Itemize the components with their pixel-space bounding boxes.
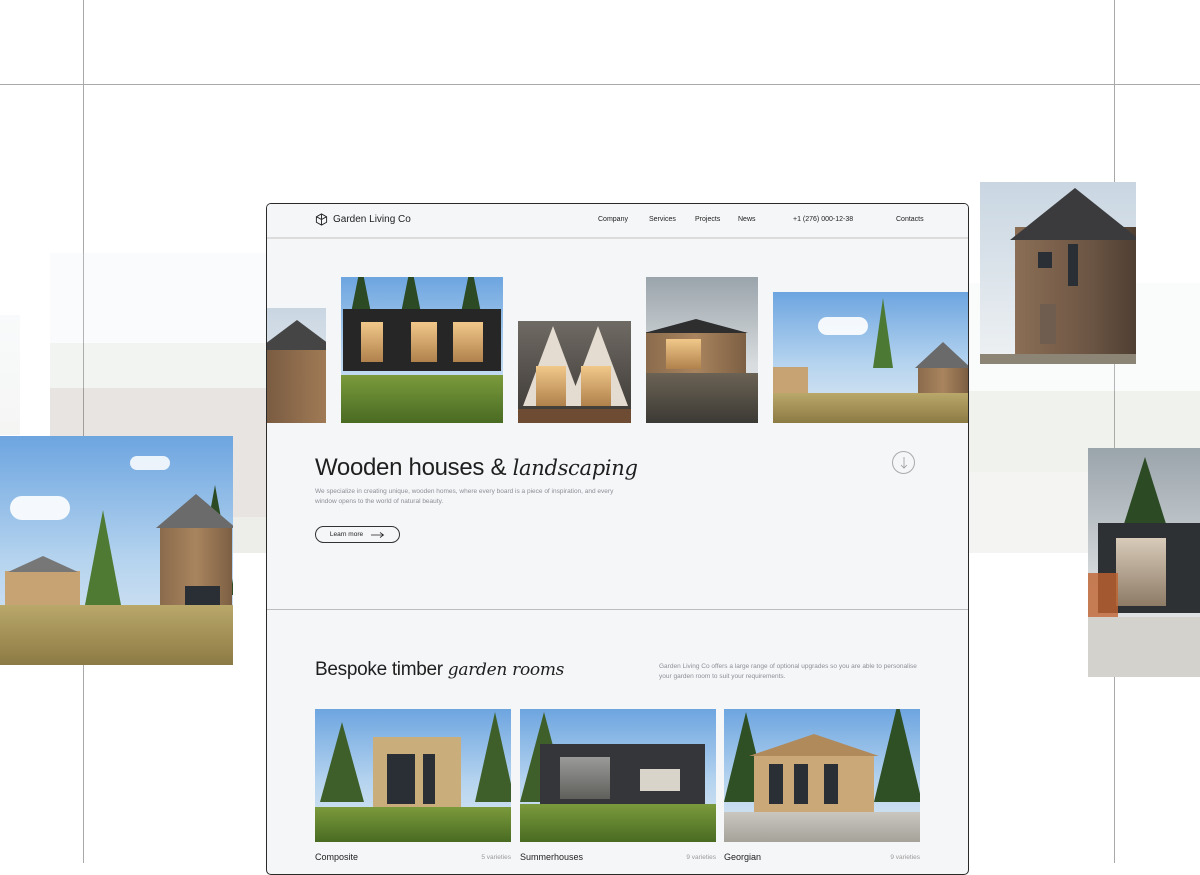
section-description: Garden Living Co offers a large range of… xyxy=(659,663,917,680)
site-header: Garden Living Co Company Services Projec… xyxy=(267,204,968,239)
gallery-image-1 xyxy=(267,308,326,423)
floating-photo-village xyxy=(0,436,233,665)
card-name-georgian[interactable]: Georgian xyxy=(724,852,761,862)
floating-photo-garden-room xyxy=(1088,448,1200,677)
section-title-plain: Bespoke timber xyxy=(315,659,443,680)
website-mockup: Garden Living Co Company Services Projec… xyxy=(266,203,969,875)
card-image-georgian[interactable] xyxy=(724,709,920,842)
floating-photo-tall-house xyxy=(980,182,1136,364)
scroll-down-button[interactable] xyxy=(892,451,915,474)
hero-title: Wooden houses & landscaping xyxy=(315,454,638,482)
section-title-italic: garden rooms xyxy=(447,660,565,680)
arrow-right-icon xyxy=(371,531,385,538)
nav-projects[interactable]: Projects xyxy=(695,216,720,223)
background-photo-edge xyxy=(0,315,20,435)
brand-name: Garden Living Co xyxy=(333,214,411,225)
nav-phone[interactable]: +1 (276) 000-12-38 xyxy=(793,216,853,223)
gallery-image-5 xyxy=(773,292,968,423)
nav-services[interactable]: Services xyxy=(649,216,676,223)
section-divider xyxy=(267,609,968,610)
nav-company[interactable]: Company xyxy=(598,216,628,223)
brand-logo[interactable]: Garden Living Co xyxy=(315,213,411,226)
nav-contacts[interactable]: Contacts xyxy=(896,216,924,223)
guide-line-horizontal xyxy=(0,84,1200,85)
card-image-composite[interactable] xyxy=(315,709,511,842)
section-title: Bespoke timber garden rooms xyxy=(315,659,564,681)
hero-title-italic: landscaping xyxy=(512,456,638,480)
card-name-composite[interactable]: Composite xyxy=(315,852,358,862)
nav-news[interactable]: News xyxy=(738,216,756,223)
learn-more-label: Learn more xyxy=(329,531,364,538)
hero-description: We specialize in creating unique, wooden… xyxy=(315,488,614,505)
gallery-image-2 xyxy=(341,277,503,423)
card-image-summerhouses[interactable] xyxy=(520,709,716,842)
card-varieties-georgian: 9 varieties xyxy=(890,854,920,861)
hero-title-plain: Wooden houses & xyxy=(315,454,507,481)
card-varieties-summerhouses: 9 varieties xyxy=(686,854,716,861)
card-varieties-composite: 5 varieties xyxy=(481,854,511,861)
learn-more-button[interactable]: Learn more xyxy=(315,526,400,543)
gallery-image-3 xyxy=(518,321,631,423)
card-name-summerhouses[interactable]: Summerhouses xyxy=(520,852,583,862)
arrow-down-icon xyxy=(900,456,907,469)
cube-icon xyxy=(315,213,328,226)
gallery-image-4 xyxy=(646,277,758,423)
